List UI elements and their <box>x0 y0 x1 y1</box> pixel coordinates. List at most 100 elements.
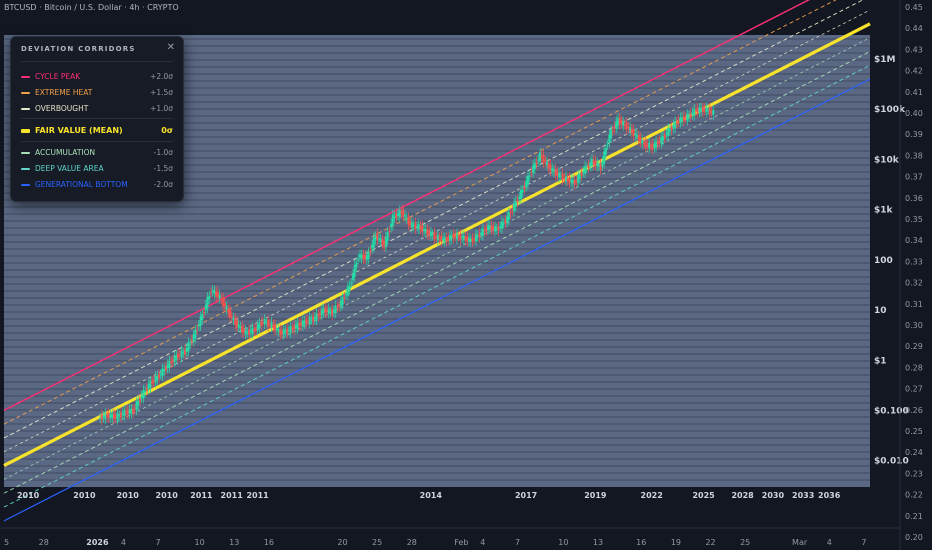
candle <box>395 213 398 219</box>
candle <box>591 159 594 167</box>
candle <box>466 236 469 242</box>
candle <box>608 134 611 143</box>
candle <box>319 312 322 316</box>
candle <box>187 342 190 352</box>
right-scale-tick-label: 0.36 <box>905 194 923 203</box>
candle <box>480 232 483 235</box>
candle <box>298 323 301 327</box>
date-tick-label: 4 <box>121 538 126 547</box>
candle <box>104 413 107 420</box>
candle <box>225 306 228 310</box>
candle <box>280 331 283 335</box>
candle <box>694 110 697 112</box>
candle <box>229 309 232 318</box>
candle <box>606 144 609 146</box>
candle <box>358 254 361 258</box>
candle <box>220 298 223 300</box>
candle <box>211 289 214 292</box>
candle <box>355 262 358 268</box>
candle <box>149 380 152 389</box>
legend-item-sigma: +1.0σ <box>150 104 173 113</box>
candle <box>530 172 533 174</box>
candle <box>346 286 349 296</box>
legend-item-overbought[interactable]: OVERBOUGHT +1.0σ <box>21 103 173 115</box>
candle <box>516 199 519 203</box>
date-tick-label: Feb <box>454 538 468 547</box>
candle <box>610 129 613 139</box>
candle <box>199 316 202 327</box>
candle <box>424 229 427 233</box>
candle <box>249 330 252 333</box>
legend-item-sigma: -1.0σ <box>153 148 173 157</box>
legend-item-cycle-peak[interactable]: CYCLE PEAK +2.0σ <box>21 71 173 83</box>
candle <box>696 107 699 113</box>
candle <box>558 172 561 178</box>
candle <box>544 160 547 162</box>
candle <box>575 180 578 182</box>
legend-item-label: DEEP VALUE AREA <box>35 164 104 173</box>
candle <box>603 151 606 164</box>
candle <box>490 225 493 231</box>
candle <box>300 322 303 326</box>
candle <box>537 159 540 161</box>
candle <box>703 108 706 111</box>
candle <box>265 322 268 324</box>
candle <box>462 235 465 241</box>
candle <box>436 234 439 241</box>
candle <box>675 122 678 124</box>
candle <box>393 216 396 218</box>
candle <box>578 174 581 179</box>
candle <box>405 217 408 219</box>
candle <box>222 297 225 307</box>
candle <box>539 152 542 162</box>
candle <box>256 324 259 331</box>
candle <box>206 297 209 308</box>
legend-item-generational-bottom[interactable]: GENERATIONAL BOTTOM -2.0σ <box>21 179 173 191</box>
candle <box>492 226 495 231</box>
legend-item-accumulation[interactable]: ACCUMULATION -1.0σ <box>21 147 173 159</box>
candle <box>495 228 498 230</box>
legend-divider <box>21 118 173 119</box>
candle <box>334 305 337 314</box>
candle <box>248 329 251 335</box>
candle <box>542 154 545 164</box>
candle <box>126 409 129 415</box>
candle <box>175 354 178 360</box>
candle <box>637 134 640 142</box>
candle <box>440 235 443 242</box>
candle <box>151 381 154 384</box>
candle <box>133 408 136 410</box>
candle <box>618 117 621 125</box>
candle <box>689 112 692 118</box>
date-tick-label: 7 <box>515 538 520 547</box>
deviation-legend-panel[interactable]: DEVIATION CORRIDORS ✕ CYCLE PEAK +2.0σ E… <box>10 36 184 202</box>
candle <box>431 234 434 236</box>
candle <box>114 415 117 418</box>
candle <box>672 124 675 129</box>
candle <box>272 324 275 328</box>
candle <box>573 179 576 185</box>
candle <box>500 221 503 230</box>
date-tick-label: 25 <box>372 538 382 547</box>
candle <box>177 353 180 359</box>
legend-item-extreme-heat[interactable]: EXTREME HEAT +1.5σ <box>21 87 173 99</box>
candle <box>255 327 258 331</box>
candle <box>284 330 287 333</box>
year-tick-label: 2010 <box>17 491 40 500</box>
candle <box>653 143 656 149</box>
candle <box>520 189 523 200</box>
candle <box>331 308 334 316</box>
candle <box>159 373 162 375</box>
candle <box>627 127 630 129</box>
legend-item-deep-value[interactable]: DEEP VALUE AREA -1.5σ <box>21 163 173 175</box>
candle <box>499 226 502 228</box>
price-axis: $1M $100k $10k $1k 100 10 $1 $0.100 $0.010 <box>874 55 909 467</box>
legend-item-fair-value[interactable]: FAIR VALUE (MEAN) 0σ <box>21 125 173 137</box>
price-tick-label: $1 <box>874 356 887 366</box>
candle <box>261 321 264 323</box>
date-tick-label: 10 <box>558 538 568 547</box>
candle <box>570 179 573 183</box>
close-icon[interactable]: ✕ <box>167 42 175 53</box>
candle <box>423 228 426 231</box>
candle <box>563 177 566 179</box>
